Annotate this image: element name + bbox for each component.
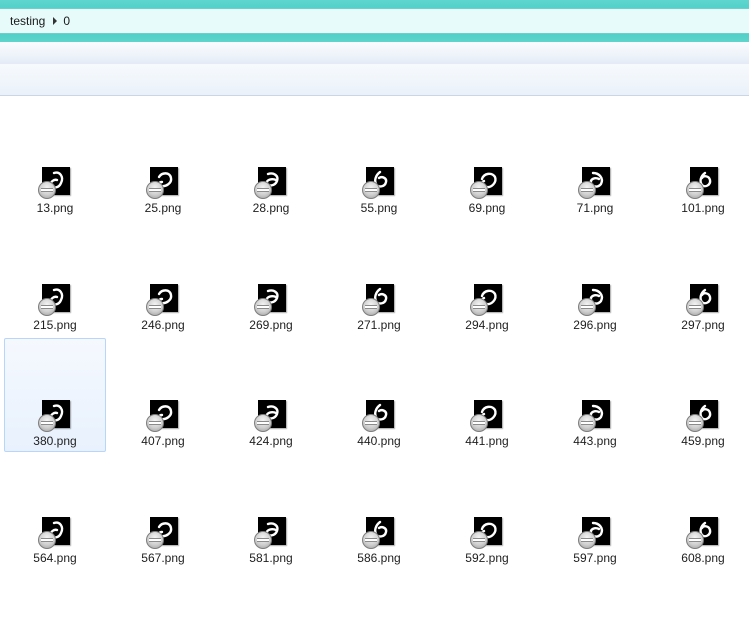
blocked-overlay-icon bbox=[254, 531, 272, 549]
file-name-label: 443.png bbox=[573, 434, 617, 448]
blocked-overlay-icon bbox=[470, 531, 488, 549]
blocked-overlay-icon bbox=[470, 298, 488, 316]
blocked-overlay-icon bbox=[38, 531, 56, 549]
blocked-overlay-icon bbox=[470, 181, 488, 199]
blocked-overlay-icon bbox=[686, 531, 704, 549]
file-item[interactable]: 25.png bbox=[112, 166, 214, 280]
blocked-overlay-icon bbox=[362, 298, 380, 316]
file-item[interactable]: 567.png bbox=[112, 516, 214, 625]
blocked-overlay-icon bbox=[578, 181, 596, 199]
blocked-overlay-icon bbox=[38, 181, 56, 199]
blocked-overlay-icon bbox=[686, 414, 704, 432]
file-item[interactable]: 608.png bbox=[652, 516, 749, 625]
blocked-overlay-icon bbox=[146, 298, 164, 316]
file-name-label: 380.png bbox=[33, 434, 77, 448]
file-item[interactable]: 592.png bbox=[436, 516, 538, 625]
breadcrumb-testing[interactable]: testing bbox=[0, 9, 49, 33]
file-name-label: 13.png bbox=[36, 201, 74, 215]
file-name-label: 424.png bbox=[249, 434, 293, 448]
blocked-overlay-icon bbox=[362, 531, 380, 549]
blocked-overlay-icon bbox=[146, 414, 164, 432]
file-item[interactable]: 13.png bbox=[4, 166, 106, 280]
blocked-overlay-icon bbox=[254, 181, 272, 199]
file-name-label: 592.png bbox=[465, 551, 509, 565]
file-name-label: 71.png bbox=[576, 201, 614, 215]
blocked-overlay-icon bbox=[254, 414, 272, 432]
file-item[interactable]: 101.png bbox=[652, 166, 749, 280]
file-name-label: 55.png bbox=[360, 201, 398, 215]
blocked-overlay-icon bbox=[38, 414, 56, 432]
file-item[interactable]: 55.png bbox=[328, 166, 430, 280]
blocked-overlay-icon bbox=[686, 298, 704, 316]
explorer-window: testing 0 13.png 25.png 28.png 55.png 69.png… bbox=[0, 0, 749, 625]
address-bar[interactable]: testing 0 bbox=[0, 8, 749, 34]
chevron-right-icon[interactable] bbox=[53, 17, 58, 25]
file-item[interactable]: 459.png bbox=[652, 399, 749, 513]
file-item[interactable]: 297.png bbox=[652, 283, 749, 397]
blocked-overlay-icon bbox=[146, 181, 164, 199]
file-name-label: 581.png bbox=[249, 551, 293, 565]
file-name-label: 440.png bbox=[357, 434, 401, 448]
file-name-label: 296.png bbox=[573, 318, 617, 332]
file-name-label: 441.png bbox=[465, 434, 509, 448]
file-item[interactable]: 28.png bbox=[220, 166, 322, 280]
file-name-label: 564.png bbox=[33, 551, 77, 565]
blocked-overlay-icon bbox=[470, 414, 488, 432]
file-name-label: 215.png bbox=[33, 318, 77, 332]
file-name-label: 269.png bbox=[249, 318, 293, 332]
file-item[interactable]: 246.png bbox=[112, 283, 214, 397]
file-name-label: 69.png bbox=[468, 201, 506, 215]
blocked-overlay-icon bbox=[362, 414, 380, 432]
file-item[interactable]: 597.png bbox=[544, 516, 646, 625]
file-name-label: 586.png bbox=[357, 551, 401, 565]
address-frame: testing 0 bbox=[0, 0, 749, 42]
file-item[interactable]: 424.png bbox=[220, 399, 322, 513]
blocked-overlay-icon bbox=[578, 531, 596, 549]
file-name-label: 407.png bbox=[141, 434, 185, 448]
file-name-label: 294.png bbox=[465, 318, 509, 332]
file-item[interactable]: 443.png bbox=[544, 399, 646, 513]
file-item[interactable]: 581.png bbox=[220, 516, 322, 625]
file-name-label: 101.png bbox=[681, 201, 725, 215]
file-item[interactable]: 441.png bbox=[436, 399, 538, 513]
blocked-overlay-icon bbox=[362, 181, 380, 199]
file-item[interactable]: 407.png bbox=[112, 399, 214, 513]
blocked-overlay-icon bbox=[578, 414, 596, 432]
blocked-overlay-icon bbox=[254, 298, 272, 316]
file-item[interactable]: 440.png bbox=[328, 399, 430, 513]
toolbar bbox=[0, 42, 749, 65]
blocked-overlay-icon bbox=[686, 181, 704, 199]
file-grid: 13.png 25.png 28.png 55.png 69.png 71.png 101.… bbox=[0, 96, 749, 625]
blocked-overlay-icon bbox=[578, 298, 596, 316]
blocked-overlay-icon bbox=[146, 531, 164, 549]
file-name-label: 459.png bbox=[681, 434, 725, 448]
file-item[interactable]: 296.png bbox=[544, 283, 646, 397]
blocked-overlay-icon bbox=[38, 298, 56, 316]
file-item[interactable]: 294.png bbox=[436, 283, 538, 397]
file-name-label: 246.png bbox=[141, 318, 185, 332]
file-name-label: 28.png bbox=[252, 201, 290, 215]
file-item[interactable]: 586.png bbox=[328, 516, 430, 625]
file-item[interactable]: 380.png bbox=[4, 338, 106, 452]
file-name-label: 597.png bbox=[573, 551, 617, 565]
file-item[interactable]: 269.png bbox=[220, 283, 322, 397]
file-name-label: 271.png bbox=[357, 318, 401, 332]
header-strip bbox=[0, 64, 749, 96]
file-item[interactable]: 71.png bbox=[544, 166, 646, 280]
file-name-label: 297.png bbox=[681, 318, 725, 332]
file-item[interactable]: 271.png bbox=[328, 283, 430, 397]
file-item[interactable]: 69.png bbox=[436, 166, 538, 280]
file-name-label: 567.png bbox=[141, 551, 185, 565]
file-name-label: 25.png bbox=[144, 201, 182, 215]
file-name-label: 608.png bbox=[681, 551, 725, 565]
file-item[interactable]: 564.png bbox=[4, 516, 106, 625]
breadcrumb-0[interactable]: 0 bbox=[63, 9, 70, 33]
